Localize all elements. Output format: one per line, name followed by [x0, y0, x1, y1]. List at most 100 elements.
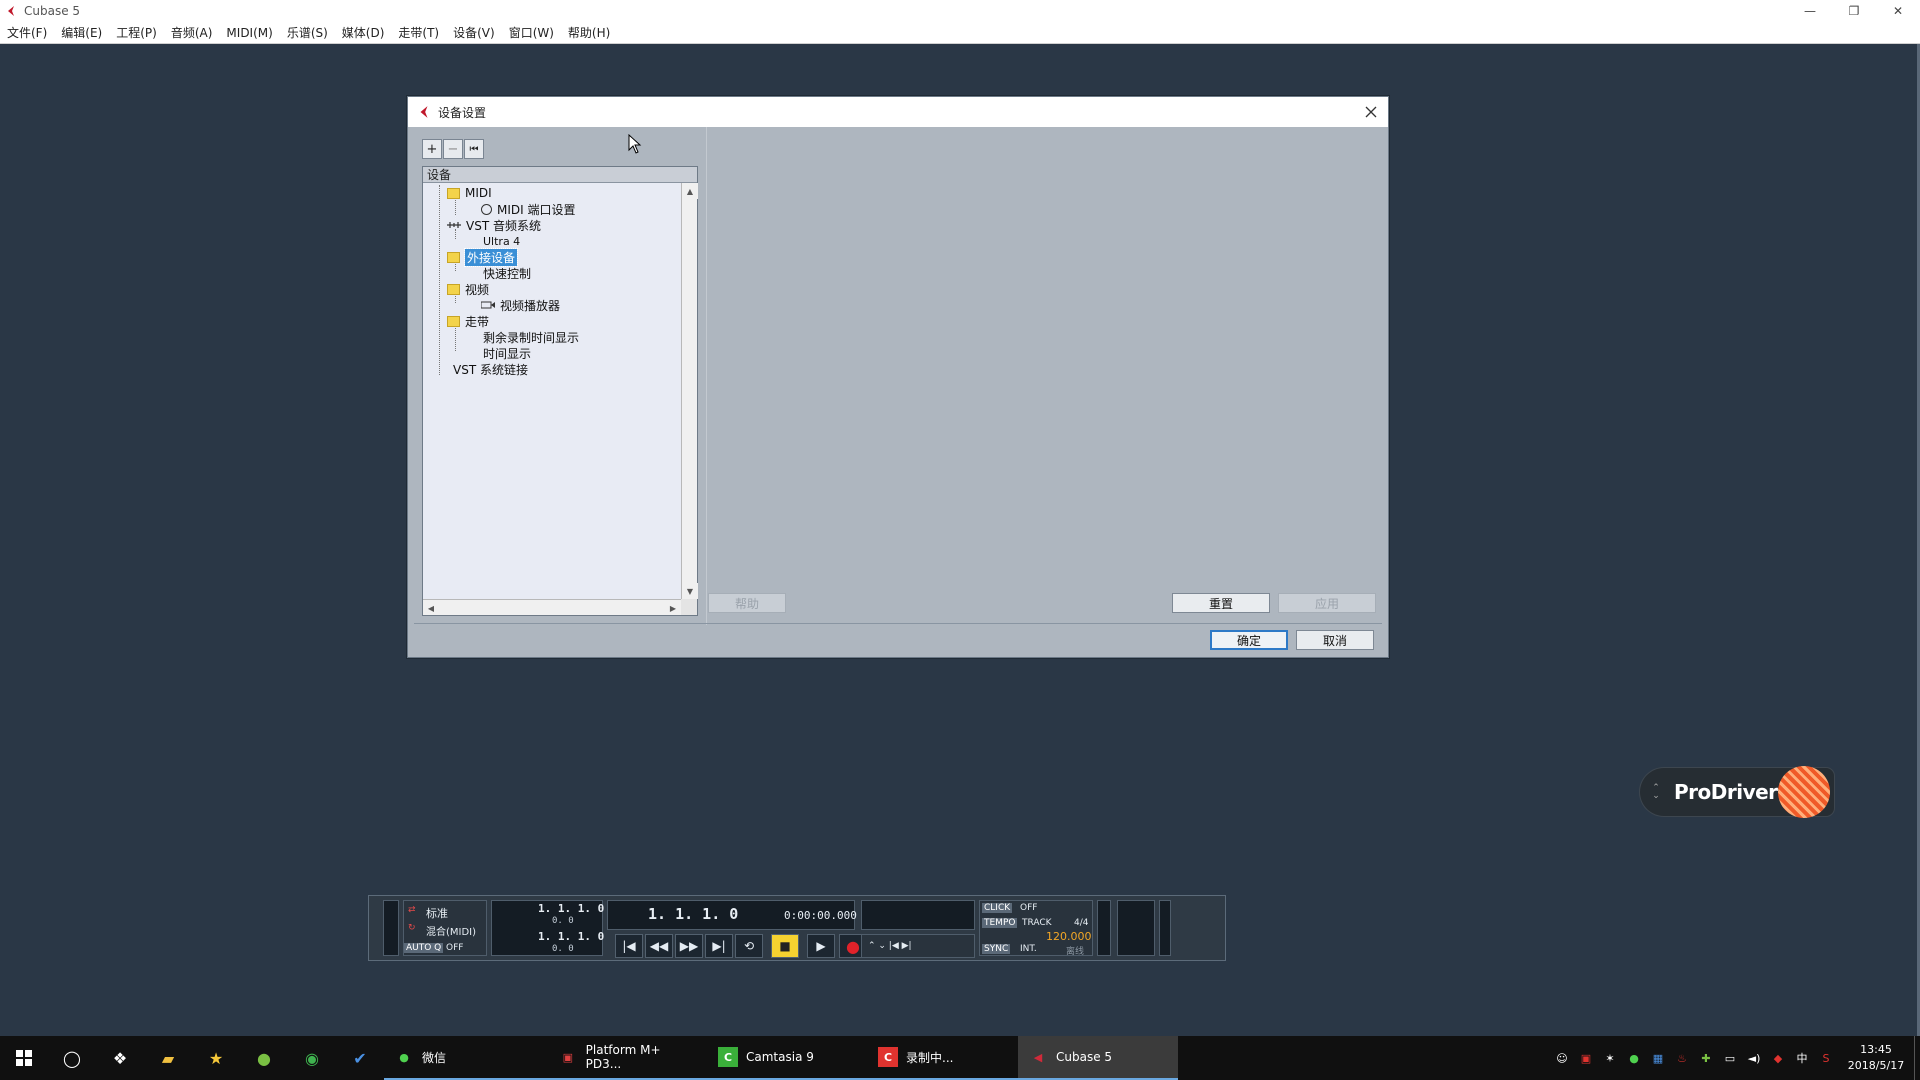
- close-window-button[interactable]: ✕: [1876, 0, 1920, 22]
- menu-project[interactable]: 工程(P): [109, 22, 164, 44]
- tree-horizontal-scrollbar[interactable]: ◀ ▶: [423, 599, 681, 615]
- tree-item-video-player[interactable]: 视频播放器: [481, 297, 560, 313]
- go-to-start-button[interactable]: |◀: [615, 934, 643, 958]
- people-icon[interactable]: ☺: [1550, 1036, 1574, 1080]
- task-view-button[interactable]: ❖: [96, 1036, 144, 1080]
- record-mode-select[interactable]: 标准: [424, 905, 450, 921]
- taskbar-app-wechat[interactable]: ● 微信: [384, 1036, 548, 1080]
- sogou-icon[interactable]: S: [1814, 1036, 1838, 1080]
- help-button[interactable]: 帮助: [708, 593, 786, 613]
- tree-item-video[interactable]: 视频: [447, 281, 489, 297]
- pinned-app-button[interactable]: ✔: [336, 1036, 384, 1080]
- transport-panel: ⇄ 标准 ↻ 混合(MIDI) AUTO Q OFF 1. 1. 1. 0 0.…: [368, 895, 1226, 961]
- tree-item-ultra4[interactable]: Ultra 4: [483, 233, 520, 249]
- secondary-time-display[interactable]: 0:00:00.000: [784, 909, 857, 922]
- primary-time-display[interactable]: 1. 1. 1. 0: [648, 905, 738, 923]
- tree-item-label: VST 音频系统: [466, 218, 541, 233]
- scroll-left-icon[interactable]: ◀: [423, 600, 439, 616]
- tray-app-icon[interactable]: ▦: [1646, 1036, 1670, 1080]
- fast-forward-button[interactable]: ▶▶: [675, 934, 703, 958]
- tray-app-icon[interactable]: ◆: [1766, 1036, 1790, 1080]
- click-toggle[interactable]: OFF: [1018, 903, 1039, 913]
- taskbar-app-pdf[interactable]: ▣ Platform M+ PD3...: [548, 1036, 708, 1080]
- volume-icon[interactable]: ◄): [1742, 1036, 1766, 1080]
- show-desktop-button[interactable]: [1914, 1036, 1920, 1080]
- scroll-right-icon[interactable]: ▶: [665, 600, 681, 616]
- record-mode-icon: ⇄: [408, 905, 416, 915]
- minimize-button[interactable]: —: [1788, 0, 1832, 22]
- wechat-tray-icon[interactable]: ●: [1622, 1036, 1646, 1080]
- file-explorer-button[interactable]: ▰: [144, 1036, 192, 1080]
- apply-button[interactable]: 应用: [1278, 593, 1376, 613]
- menu-midi[interactable]: MIDI(M): [219, 22, 279, 44]
- drag-grip-icon[interactable]: ⌃ ⌄: [1648, 784, 1664, 801]
- ime-indicator[interactable]: 中: [1790, 1036, 1814, 1080]
- cycle-button[interactable]: ⟲: [735, 934, 763, 958]
- scroll-up-icon[interactable]: ▲: [682, 183, 698, 199]
- tree-item-midi[interactable]: MIDI: [447, 185, 492, 201]
- ok-button[interactable]: 确定: [1210, 630, 1288, 650]
- go-to-end-button[interactable]: ▶|: [705, 934, 733, 958]
- master-fader[interactable]: [1159, 900, 1171, 956]
- rewind-button[interactable]: ◀◀: [645, 934, 673, 958]
- dialog-title-bar[interactable]: 设备设置: [408, 97, 1388, 127]
- menu-audio[interactable]: 音频(A): [164, 22, 220, 44]
- tree-item-vst-audio-system[interactable]: VST 音频系统: [447, 217, 541, 233]
- tree-item-midi-port-setup[interactable]: MIDI 端口设置: [481, 201, 576, 217]
- reset-device-button[interactable]: ⏮: [464, 139, 484, 159]
- cycle-mode-select[interactable]: 混合(MIDI): [424, 923, 478, 938]
- taskbar-app-label: 录制中...: [906, 1050, 954, 1065]
- left-locator[interactable]: 1. 1. 1. 0: [538, 902, 604, 915]
- search-button[interactable]: ◯: [48, 1036, 96, 1080]
- menu-window[interactable]: 窗口(W): [502, 22, 561, 44]
- taskbar-app-camtasia[interactable]: C Camtasia 9: [708, 1036, 868, 1080]
- menu-help[interactable]: 帮助(H): [561, 22, 617, 44]
- tree-item-time-display[interactable]: 时间显示: [483, 345, 531, 361]
- taskbar-app-cubase[interactable]: ◀ Cubase 5: [1018, 1036, 1178, 1080]
- stop-button[interactable]: ■: [771, 934, 799, 958]
- midi-port-icon: [481, 203, 492, 215]
- tree-item-record-time-max[interactable]: 剩余录制时间显示: [483, 329, 579, 345]
- system-clock[interactable]: 13:45 2018/5/17: [1838, 1042, 1914, 1074]
- tray-app-icon[interactable]: ▣: [1574, 1036, 1598, 1080]
- tray-app-icon[interactable]: ✶: [1598, 1036, 1622, 1080]
- start-button[interactable]: [0, 1036, 48, 1080]
- tray-app-icon[interactable]: ✚: [1694, 1036, 1718, 1080]
- right-locator[interactable]: 1. 1. 1. 0: [538, 930, 604, 943]
- marker-up-icon[interactable]: ⌃ ⌄ |◀ ▶|: [866, 941, 914, 951]
- prodriver-badge[interactable]: ⌃ ⌄ ProDriver: [1640, 766, 1834, 818]
- tempo-track-toggle[interactable]: TRACK: [1020, 918, 1054, 928]
- time-signature[interactable]: 4/4: [1072, 918, 1090, 928]
- tree-item-external-devices[interactable]: 外接设备: [447, 247, 519, 267]
- pinned-app-button[interactable]: ◉: [288, 1036, 336, 1080]
- menu-file[interactable]: 文件(F): [0, 22, 54, 44]
- reset-button[interactable]: 重置: [1172, 593, 1270, 613]
- cancel-button[interactable]: 取消: [1296, 630, 1374, 650]
- tree-vertical-scrollbar[interactable]: ▲ ▼: [681, 183, 698, 599]
- pinned-app-button[interactable]: ★: [192, 1036, 240, 1080]
- sync-value[interactable]: INT.: [1018, 944, 1039, 954]
- network-icon[interactable]: ▭: [1718, 1036, 1742, 1080]
- taskbar-app-recorder[interactable]: C 录制中...: [868, 1036, 1018, 1080]
- scroll-down-icon[interactable]: ▼: [682, 583, 698, 599]
- add-device-button[interactable]: +: [422, 139, 442, 159]
- menu-scores[interactable]: 乐谱(S): [280, 22, 335, 44]
- marker-display[interactable]: [861, 900, 975, 930]
- play-button[interactable]: ▶: [807, 934, 835, 958]
- menu-media[interactable]: 媒体(D): [335, 22, 392, 44]
- menu-devices[interactable]: 设备(V): [446, 22, 502, 44]
- tree-item-transport[interactable]: 走带: [447, 313, 489, 329]
- menu-transport[interactable]: 走带(T): [391, 22, 446, 44]
- tree-item-quick-controls[interactable]: 快速控制: [483, 265, 531, 281]
- pinned-app-button[interactable]: ●: [240, 1036, 288, 1080]
- auto-quantize-toggle[interactable]: OFF: [444, 943, 465, 953]
- search-icon: ◯: [63, 1048, 81, 1068]
- remove-device-button[interactable]: −: [443, 139, 463, 159]
- restore-button[interactable]: ❐: [1832, 0, 1876, 22]
- menu-edit[interactable]: 编辑(E): [54, 22, 109, 44]
- dialog-close-button[interactable]: [1362, 103, 1380, 121]
- tree-header: 设备: [423, 167, 697, 183]
- tray-app-icon[interactable]: ♨: [1670, 1036, 1694, 1080]
- tree-item-vst-system-link[interactable]: VST 系统链接: [453, 361, 528, 377]
- tempo-value[interactable]: 120.000: [1044, 930, 1094, 943]
